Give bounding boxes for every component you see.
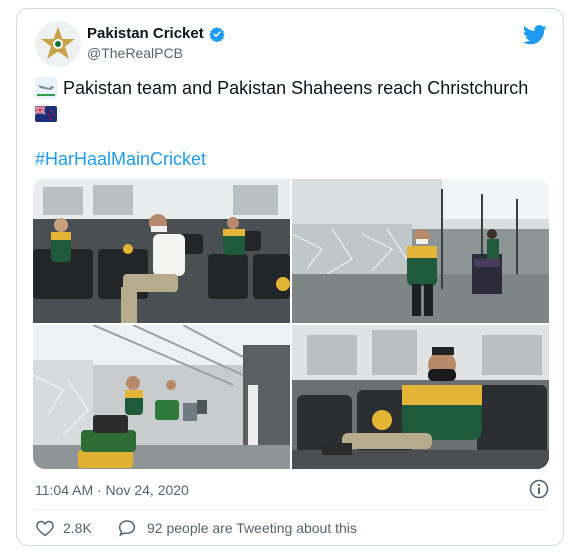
- account-handle[interactable]: @TheRealPCB: [87, 45, 183, 61]
- twitter-bird-icon[interactable]: [523, 25, 547, 50]
- speech-bubble-icon: [118, 520, 136, 537]
- tweet-text-line: Pakistan team and Pakistan Shaheens reac…: [35, 77, 528, 99]
- hashtag-link[interactable]: #HarHaalMainCricket: [35, 149, 206, 170]
- photo-players-seated-lounge[interactable]: [33, 179, 290, 323]
- divider: [33, 509, 547, 510]
- media-grid[interactable]: [33, 179, 549, 469]
- new-zealand-flag-icon: [34, 105, 57, 127]
- info-icon[interactable]: [529, 479, 549, 504]
- photo-player-with-trolley[interactable]: [292, 179, 549, 323]
- photo-players-walking-luggage[interactable]: [33, 325, 290, 469]
- pcb-star-logo-icon: [41, 27, 75, 59]
- tweet-card: Pakistan Cricket @TheRealPCB Pakistan te…: [16, 8, 564, 546]
- photo-player-seated-chair[interactable]: [292, 325, 549, 469]
- display-name[interactable]: Pakistan Cricket: [87, 25, 204, 42]
- conversation-link[interactable]: 92 people are Tweeting about this: [117, 519, 357, 537]
- account-name-row[interactable]: Pakistan Cricket: [87, 25, 225, 42]
- tweet-timestamp[interactable]: 11:04 AM · Nov 24, 2020: [35, 482, 189, 498]
- conversation-text: 92 people are Tweeting about this: [147, 520, 357, 536]
- like-count: 2.8K: [63, 520, 92, 536]
- tweet-text: Pakistan team and Pakistan Shaheens reac…: [63, 77, 529, 98]
- verified-badge-icon: [209, 26, 225, 42]
- avatar[interactable]: [35, 21, 81, 67]
- airplane-arrival-icon: [35, 77, 57, 99]
- heart-icon: [36, 520, 54, 537]
- like-button[interactable]: 2.8K: [35, 519, 92, 537]
